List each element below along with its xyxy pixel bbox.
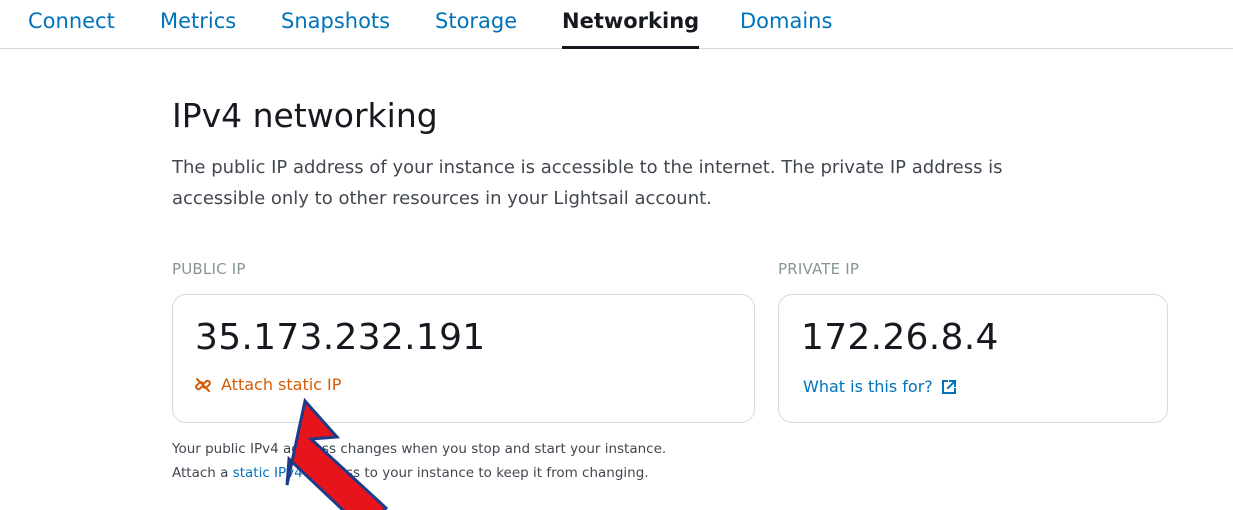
- static-ipv4-link[interactable]: static IPv4: [233, 465, 303, 481]
- section-description: The public IP address of your instance i…: [172, 157, 1003, 209]
- attach-static-ip-label: Attach static IP: [221, 375, 342, 394]
- tab-bar: Connect Metrics Snapshots Storage Networ…: [0, 0, 1233, 49]
- note-line-1: Your public IPv4 address changes when yo…: [172, 441, 667, 457]
- attach-static-ip-link[interactable]: Attach static IP: [195, 375, 341, 394]
- tab-storage[interactable]: Storage: [435, 0, 517, 46]
- tab-networking[interactable]: Networking: [562, 0, 700, 49]
- note-line-2: Attach a static IPv4 address to your ins…: [172, 461, 792, 485]
- private-ip-label: PRIVATE IP: [778, 260, 860, 278]
- what-is-this-for-link[interactable]: What is this for?: [803, 377, 957, 396]
- what-is-this-for-label: What is this for?: [803, 377, 933, 396]
- link-icon: [195, 377, 211, 393]
- tab-connect[interactable]: Connect: [28, 0, 115, 46]
- note-line-2-prefix: Attach a: [172, 465, 233, 481]
- private-ip-value: 172.26.8.4: [801, 317, 999, 358]
- tab-metrics[interactable]: Metrics: [160, 0, 236, 46]
- annotation-arrow: [285, 397, 389, 510]
- private-ip-card: 172.26.8.4 What is this for?: [778, 294, 1168, 423]
- external-link-icon: [941, 379, 957, 395]
- tab-domains[interactable]: Domains: [740, 0, 832, 46]
- static-ip-note: Your public IPv4 address changes when yo…: [172, 437, 792, 485]
- section-title: IPv4 networking: [172, 96, 438, 135]
- tab-snapshots[interactable]: Snapshots: [281, 0, 390, 46]
- public-ip-card: 35.173.232.191 Attach static IP: [172, 294, 755, 423]
- note-line-2-suffix: address to your instance to keep it from…: [302, 465, 649, 481]
- public-ip-label: PUBLIC IP: [172, 260, 246, 278]
- public-ip-value: 35.173.232.191: [195, 317, 486, 358]
